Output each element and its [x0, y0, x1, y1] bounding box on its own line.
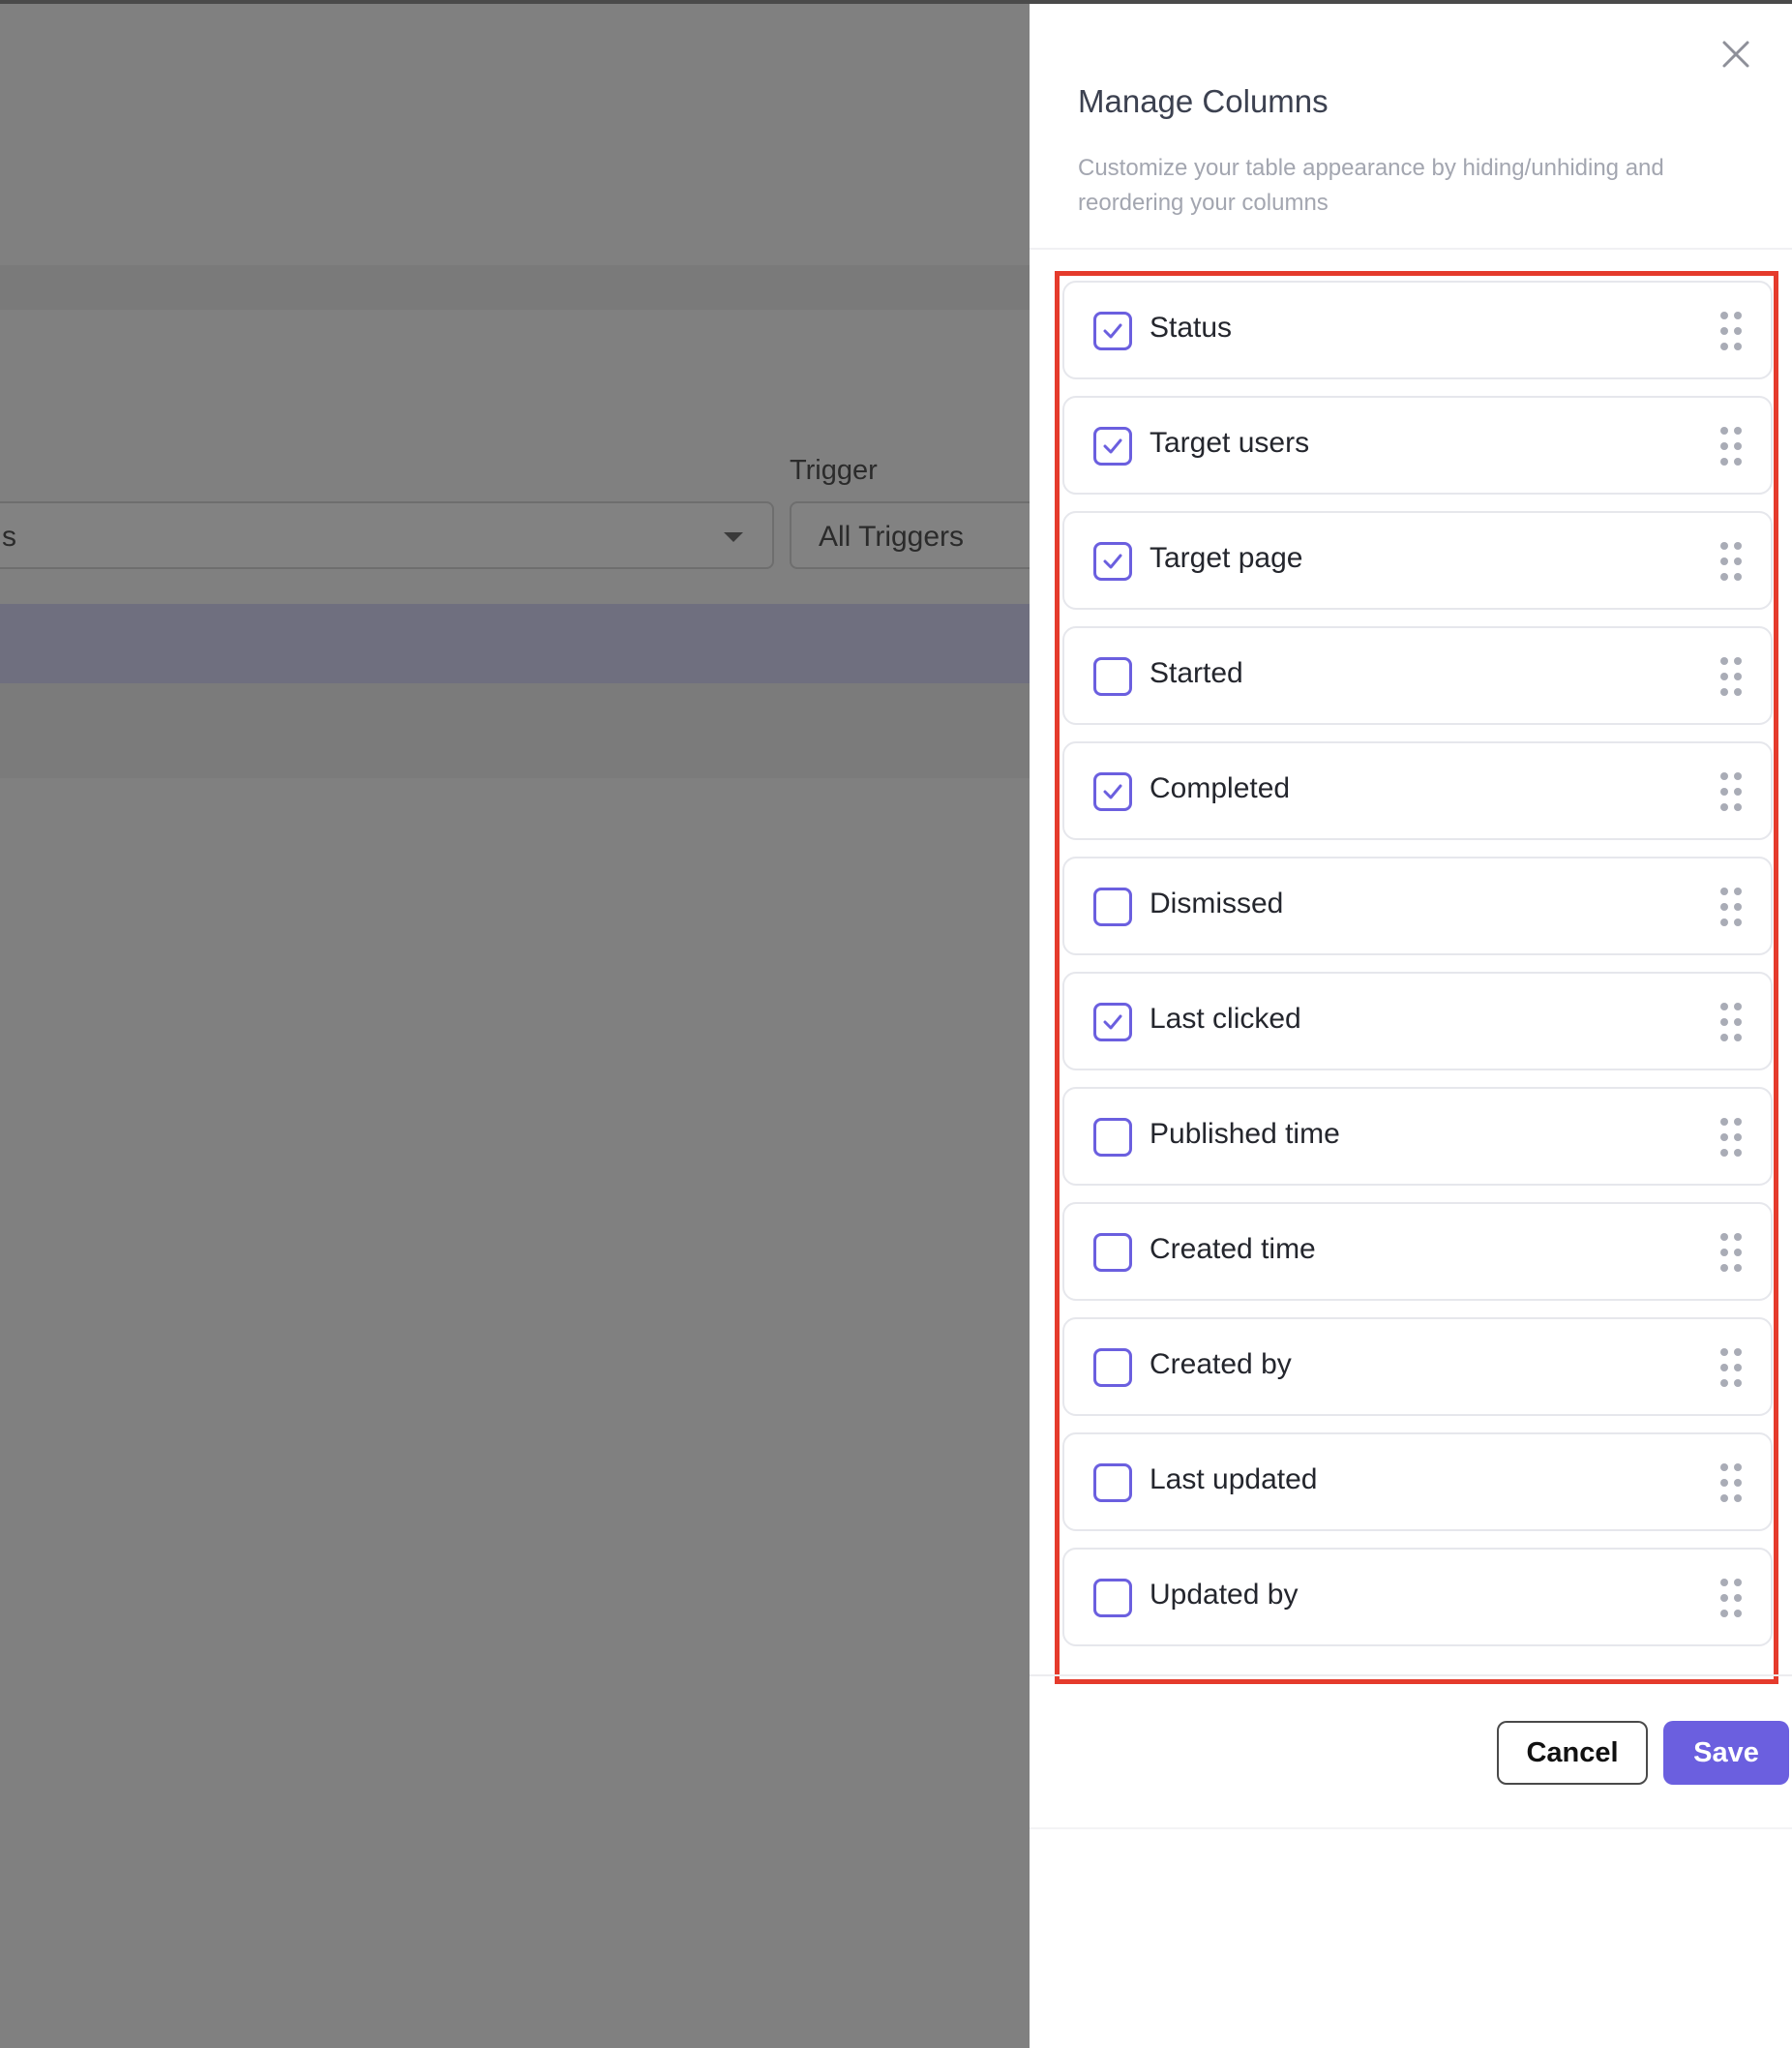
check-icon [1103, 554, 1122, 569]
column-label: Target users [1150, 427, 1310, 459]
column-checkbox[interactable] [1093, 1118, 1132, 1157]
drag-handle-icon[interactable] [1720, 1579, 1742, 1617]
close-icon [1722, 41, 1749, 68]
column-label: Started [1150, 657, 1243, 689]
column-item-updated-by[interactable]: Updated by [1062, 1548, 1773, 1646]
drag-handle-icon[interactable] [1720, 1463, 1742, 1502]
drag-handle-icon[interactable] [1720, 657, 1742, 696]
column-checkbox[interactable] [1093, 1003, 1132, 1041]
column-item-status[interactable]: Status [1062, 281, 1773, 379]
column-label: Updated by [1150, 1579, 1299, 1611]
header-divider [1030, 248, 1792, 250]
column-item-last-updated[interactable]: Last updated [1062, 1432, 1773, 1531]
column-label: Completed [1150, 772, 1291, 804]
filter-area: Trigger s All Triggers [0, 310, 1080, 604]
column-checkbox[interactable] [1093, 1463, 1132, 1502]
column-checkbox[interactable] [1093, 427, 1132, 466]
drag-handle-icon[interactable] [1720, 1233, 1742, 1272]
manage-columns-drawer: Manage Columns Customize your table appe… [1030, 4, 1792, 2048]
column-label: Created by [1150, 1348, 1292, 1380]
drawer-title: Manage Columns [1078, 83, 1329, 119]
drag-handle-icon[interactable] [1720, 1118, 1742, 1157]
drag-handle-icon[interactable] [1720, 542, 1742, 581]
save-button[interactable]: Save [1663, 1721, 1789, 1785]
column-label: Target page [1150, 542, 1303, 574]
column-checkbox[interactable] [1093, 1348, 1132, 1387]
column-checkbox[interactable] [1093, 542, 1132, 581]
column-label: Last updated [1150, 1463, 1318, 1495]
column-label: Last clicked [1150, 1003, 1301, 1035]
column-checkbox[interactable] [1093, 1579, 1132, 1617]
column-item-started[interactable]: Started [1062, 626, 1773, 725]
column-item-target-page[interactable]: Target page [1062, 511, 1773, 610]
table-header [0, 604, 1030, 683]
cancel-button[interactable]: Cancel [1497, 1721, 1648, 1785]
filter-select[interactable]: s [0, 501, 774, 569]
column-item-created-time[interactable]: Created time [1062, 1202, 1773, 1301]
column-checkbox[interactable] [1093, 888, 1132, 926]
column-label: Dismissed [1150, 888, 1284, 919]
footer-bottom-divider [1030, 1827, 1792, 1829]
column-item-target-users[interactable]: Target users [1062, 396, 1773, 495]
check-icon [1103, 323, 1122, 339]
drawer-description: Customize your table appearance by hidin… [1078, 155, 1664, 216]
column-checkbox[interactable] [1093, 312, 1132, 350]
table-row [0, 683, 1030, 778]
filter-select-value: s [2, 521, 16, 553]
drag-handle-icon[interactable] [1720, 888, 1742, 926]
drag-handle-icon[interactable] [1720, 427, 1742, 466]
column-label: Created time [1150, 1233, 1316, 1265]
drag-handle-icon[interactable] [1720, 772, 1742, 811]
drag-handle-icon[interactable] [1720, 312, 1742, 350]
column-label: Published time [1150, 1118, 1340, 1150]
column-item-created-by[interactable]: Created by [1062, 1317, 1773, 1416]
check-icon [1103, 438, 1122, 454]
drag-handle-icon[interactable] [1720, 1348, 1742, 1387]
check-icon [1103, 784, 1122, 799]
trigger-label: Trigger [790, 455, 878, 486]
column-item-dismissed[interactable]: Dismissed [1062, 857, 1773, 955]
column-item-last-clicked[interactable]: Last clicked [1062, 972, 1773, 1070]
trigger-select-value: All Triggers [819, 521, 965, 553]
column-checkbox[interactable] [1093, 772, 1132, 811]
caret-down-icon [724, 532, 743, 542]
column-item-completed[interactable]: Completed [1062, 741, 1773, 840]
column-checkbox[interactable] [1093, 1233, 1132, 1272]
footer-divider [1030, 1674, 1792, 1676]
page-header [0, 4, 1030, 265]
drag-handle-icon[interactable] [1720, 1003, 1742, 1041]
page-band [0, 265, 1030, 310]
check-icon [1103, 1014, 1122, 1030]
close-button[interactable] [1713, 31, 1759, 77]
column-checkbox[interactable] [1093, 657, 1132, 696]
column-item-published-time[interactable]: Published time [1062, 1087, 1773, 1186]
column-label: Status [1150, 312, 1233, 344]
